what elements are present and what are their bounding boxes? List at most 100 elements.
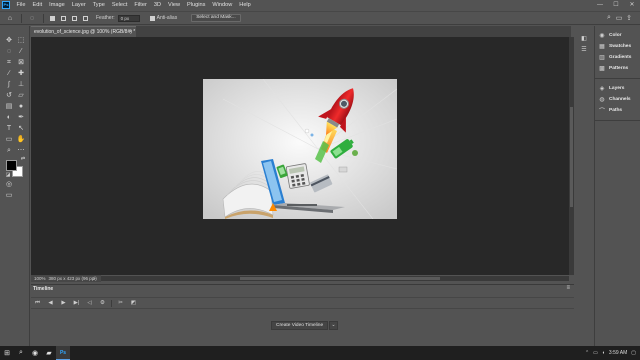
anti-alias-label: Anti-alias bbox=[156, 15, 178, 21]
artboard-tool-icon[interactable]: ⬚ bbox=[15, 36, 27, 46]
pattern-icon: ▩ bbox=[599, 66, 605, 72]
menu-window[interactable]: Window bbox=[209, 0, 236, 10]
frame-tool-icon[interactable]: ⊠ bbox=[15, 58, 27, 68]
eyedropper-tool-icon[interactable]: ∕ bbox=[3, 69, 15, 79]
menu-image[interactable]: Image bbox=[46, 0, 69, 10]
home-icon[interactable]: ⌂ bbox=[5, 13, 15, 23]
healing-brush-tool-icon[interactable]: ✚ bbox=[15, 69, 27, 79]
intersect-selection-icon[interactable] bbox=[83, 15, 88, 21]
audio-icon[interactable]: ◁ bbox=[83, 300, 96, 306]
anti-alias-checkbox[interactable] bbox=[149, 15, 155, 21]
horizontal-scroll-thumb[interactable] bbox=[240, 277, 440, 280]
document-tab-strip: evolution_of_science.jpg @ 100% (RGB/8#)… bbox=[31, 26, 571, 37]
photoshop-taskbar-icon[interactable]: Ps bbox=[56, 346, 70, 360]
first-frame-icon[interactable]: ⏮ bbox=[31, 300, 44, 307]
panel-layers[interactable]: ◈ Layers bbox=[595, 83, 640, 94]
workspace-icon[interactable]: ▭ bbox=[614, 14, 624, 22]
menu-view[interactable]: View bbox=[164, 0, 183, 10]
quick-mask-icon[interactable]: ◎ bbox=[3, 180, 15, 190]
default-colors-icon[interactable]: ◪ bbox=[2, 170, 14, 180]
eraser-tool-icon[interactable]: ▱ bbox=[15, 91, 27, 101]
panel-label: Layers bbox=[609, 86, 625, 91]
chrome-icon[interactable]: ◉ bbox=[28, 346, 42, 360]
share-icon[interactable]: ⇪ bbox=[624, 14, 634, 22]
panel-channels[interactable]: ◍ Channels bbox=[595, 94, 640, 105]
menu-filter[interactable]: Filter bbox=[131, 0, 150, 10]
menu-3d[interactable]: 3D bbox=[150, 0, 164, 10]
rectangle-tool-icon[interactable]: ▭ bbox=[3, 135, 15, 145]
document-tab[interactable]: evolution_of_science.jpg @ 100% (RGB/8#)… bbox=[31, 26, 136, 37]
pen-tool-icon[interactable]: ✒ bbox=[15, 113, 27, 123]
maximize-button[interactable]: ☐ bbox=[608, 0, 624, 10]
history-panel-icon[interactable]: ◧ bbox=[580, 35, 588, 42]
tray-chevron-icon[interactable]: ⌃ bbox=[585, 350, 589, 356]
move-tool-icon[interactable]: ✥ bbox=[3, 36, 15, 46]
split-clip-icon[interactable]: ✂ bbox=[114, 300, 127, 306]
panel-gradients[interactable]: ▥ Gradients bbox=[595, 52, 640, 63]
vertical-scroll-thumb[interactable] bbox=[570, 107, 573, 207]
magic-wand-tool-icon[interactable]: ⁄ bbox=[15, 47, 27, 57]
next-frame-icon[interactable]: ▶| bbox=[70, 300, 83, 306]
swap-colors-icon[interactable]: ⇄ bbox=[17, 154, 29, 164]
gradient-tool-icon[interactable]: ▤ bbox=[3, 102, 15, 112]
color-wheel-icon: ◉ bbox=[599, 33, 605, 39]
panel-patterns[interactable]: ▩ Patterns bbox=[595, 63, 640, 74]
subtract-from-selection-icon[interactable] bbox=[72, 15, 77, 21]
foreground-color-swatch[interactable] bbox=[6, 160, 17, 171]
menu-layer[interactable]: Layer bbox=[68, 0, 89, 10]
search-icon[interactable]: ⌕ bbox=[604, 14, 614, 22]
history-brush-tool-icon[interactable]: ↺ bbox=[3, 91, 15, 101]
tools-panel: ✥ ⬚ ◌ ⁄ ⌗ ⊠ ∕ ✚ ∫ ⊥ ↺ ▱ ▤ ● ◐ ✒ T ↖ ▭ ✋ … bbox=[0, 26, 30, 346]
dodge-tool-icon[interactable]: ◐ bbox=[3, 113, 15, 123]
zoom-tool-icon[interactable]: ⌕ bbox=[3, 146, 15, 156]
new-selection-icon[interactable] bbox=[50, 15, 55, 21]
search-icon[interactable]: ⌕ bbox=[14, 346, 28, 360]
photoshop-logo-icon: Ps bbox=[2, 1, 10, 9]
lasso-tool-icon[interactable]: ◌ bbox=[3, 47, 15, 57]
menu-plugins[interactable]: Plugins bbox=[184, 0, 209, 10]
minimize-button[interactable]: — bbox=[592, 0, 608, 10]
clone-stamp-tool-icon[interactable]: ⊥ bbox=[15, 80, 27, 90]
start-menu-icon[interactable]: ⊞ bbox=[0, 346, 14, 360]
hand-tool-icon[interactable]: ✋ bbox=[15, 135, 27, 145]
crop-tool-icon[interactable]: ⌗ bbox=[3, 58, 15, 68]
status-menu-arrow[interactable]: > bbox=[93, 275, 96, 282]
canvas-area[interactable] bbox=[31, 37, 569, 275]
path-selection-tool-icon[interactable]: ↖ bbox=[15, 124, 27, 134]
blur-tool-icon[interactable]: ● bbox=[15, 102, 27, 112]
menu-edit[interactable]: Edit bbox=[29, 0, 46, 10]
notification-icon[interactable]: ▢ bbox=[631, 350, 636, 356]
close-tab-icon[interactable]: × bbox=[129, 27, 132, 37]
settings-icon[interactable]: ⚙ bbox=[96, 300, 109, 306]
play-icon[interactable]: ▶ bbox=[57, 300, 70, 306]
close-button[interactable]: ✕ bbox=[624, 0, 640, 10]
panel-paths[interactable]: ⌒ Paths bbox=[595, 105, 640, 116]
screen-mode-icon[interactable]: ▭ bbox=[3, 191, 15, 201]
panel-menu-icon[interactable]: ≡ bbox=[566, 285, 570, 291]
panel-color[interactable]: ◉ Color bbox=[595, 30, 640, 41]
lasso-tool-preset-icon[interactable]: ◌ bbox=[27, 13, 37, 23]
transition-icon[interactable]: ◩ bbox=[127, 300, 140, 306]
file-explorer-icon[interactable]: ▰ bbox=[42, 346, 56, 360]
brush-tool-icon[interactable]: ∫ bbox=[3, 80, 15, 90]
panel-swatches[interactable]: ▦ Swatches bbox=[595, 41, 640, 52]
select-and-mask-button[interactable]: Select and Mask... bbox=[191, 14, 241, 22]
menu-help[interactable]: Help bbox=[236, 0, 255, 10]
zoom-level[interactable]: 100% bbox=[34, 275, 46, 282]
vertical-scrollbar[interactable] bbox=[569, 37, 574, 275]
chevron-down-icon[interactable]: ⌄ bbox=[329, 321, 338, 330]
menu-select[interactable]: Select bbox=[108, 0, 131, 10]
type-tool-icon[interactable]: T bbox=[3, 124, 15, 134]
menu-file[interactable]: File bbox=[13, 0, 29, 10]
properties-panel-icon[interactable]: ☰ bbox=[580, 46, 588, 53]
previous-frame-icon[interactable]: ◀ bbox=[44, 300, 57, 306]
add-to-selection-icon[interactable] bbox=[61, 15, 66, 21]
network-icon[interactable]: ▭ bbox=[593, 350, 598, 356]
menu-type[interactable]: Type bbox=[89, 0, 108, 10]
create-video-timeline-button[interactable]: Create Video Timeline bbox=[271, 321, 329, 330]
horizontal-scrollbar[interactable] bbox=[100, 276, 569, 281]
volume-icon[interactable]: ◖ bbox=[602, 350, 605, 356]
clock[interactable]: 3:59 AM bbox=[609, 350, 627, 356]
feather-input[interactable]: 0 px bbox=[117, 14, 140, 22]
photoshop-logo-icon: Ps bbox=[59, 349, 67, 356]
